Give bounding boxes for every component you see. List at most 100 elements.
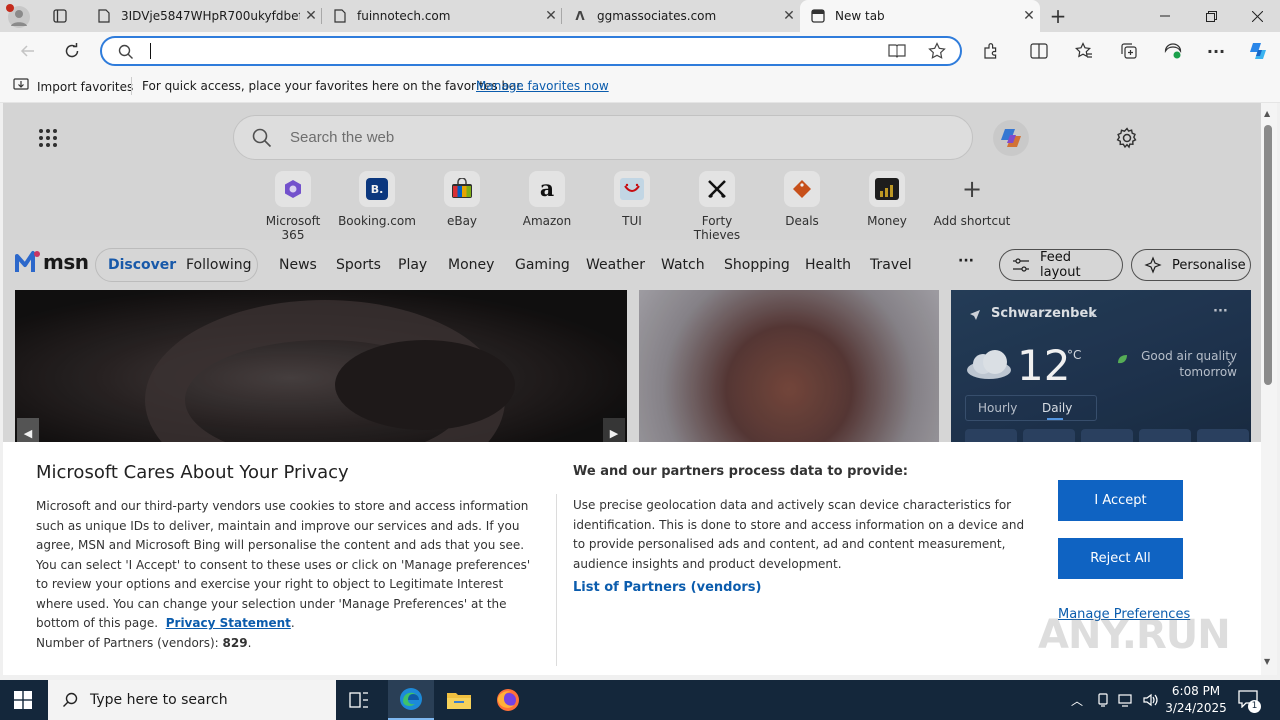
divider bbox=[556, 494, 557, 666]
search-icon bbox=[62, 692, 78, 708]
minimize-button[interactable] bbox=[1142, 0, 1188, 32]
close-icon[interactable]: ✕ bbox=[300, 8, 322, 24]
reject-all-button[interactable]: Reject All bbox=[1058, 538, 1183, 579]
nav-travel[interactable]: Travel bbox=[870, 257, 912, 273]
tab-following[interactable]: Following bbox=[186, 257, 252, 273]
shortcut-forty-thieves[interactable]: Forty Thieves bbox=[677, 171, 757, 242]
tab-actions-icon[interactable] bbox=[48, 4, 72, 28]
refresh-button[interactable] bbox=[56, 35, 88, 67]
msn-logo[interactable]: msn bbox=[15, 250, 89, 274]
weather-more-icon[interactable]: ··· bbox=[1213, 304, 1228, 319]
tab-1[interactable]: 3IDVje5847WHpR700ukyfdbeffI7Q ✕ bbox=[86, 0, 322, 32]
notifications-icon[interactable]: 1 bbox=[1238, 690, 1261, 713]
shortcut-money[interactable]: Money bbox=[847, 171, 927, 228]
split-screen-icon[interactable] bbox=[1023, 35, 1055, 67]
close-icon[interactable]: ✕ bbox=[1018, 8, 1040, 24]
more-menu-icon[interactable]: ··· bbox=[1200, 35, 1232, 67]
immersive-reader-icon[interactable] bbox=[888, 43, 906, 63]
nav-news[interactable]: News bbox=[279, 257, 317, 273]
favorites-icon[interactable] bbox=[1068, 35, 1100, 67]
browser-essentials-icon[interactable] bbox=[1157, 35, 1189, 67]
tab-daily[interactable]: Daily bbox=[1042, 401, 1072, 415]
privacy-statement-link[interactable]: Privacy Statement bbox=[166, 616, 291, 630]
shortcut-microsoft365[interactable]: Microsoft 365 bbox=[253, 171, 333, 242]
apps-launcher-icon[interactable] bbox=[38, 128, 58, 152]
firefox-icon[interactable] bbox=[496, 688, 520, 716]
nav-money[interactable]: Money bbox=[448, 257, 494, 273]
windows-start-icon[interactable] bbox=[14, 691, 32, 713]
tag-icon bbox=[784, 171, 820, 207]
feed-layout-button[interactable]: Feed layout bbox=[999, 249, 1123, 281]
scrollbar-thumb[interactable] bbox=[1264, 125, 1272, 385]
extensions-icon[interactable] bbox=[975, 35, 1007, 67]
collections-icon[interactable] bbox=[1113, 35, 1145, 67]
web-search-box[interactable] bbox=[233, 115, 973, 160]
data-processing-body: Use precise geolocation data and activel… bbox=[573, 498, 1025, 571]
tab-4-active[interactable]: New tab ✕ bbox=[800, 0, 1040, 32]
copilot-icon[interactable] bbox=[1242, 35, 1274, 67]
close-window-button[interactable] bbox=[1234, 0, 1280, 32]
vendors-list-link[interactable]: List of Partners (vendors) bbox=[573, 580, 761, 595]
copilot-icon[interactable] bbox=[993, 120, 1029, 156]
file-explorer-icon[interactable] bbox=[446, 689, 472, 715]
nav-weather[interactable]: Weather bbox=[586, 257, 645, 273]
task-view-icon[interactable] bbox=[348, 690, 370, 714]
address-input[interactable] bbox=[148, 41, 868, 61]
notification-badge: 1 bbox=[1248, 700, 1261, 713]
web-search-input[interactable] bbox=[290, 129, 930, 146]
shortcut-tui[interactable]: TUI bbox=[592, 171, 672, 228]
back-button[interactable] bbox=[12, 35, 44, 67]
address-bar[interactable] bbox=[100, 36, 962, 66]
nav-sports[interactable]: Sports bbox=[336, 257, 381, 273]
favorites-hint: For quick access, place your favorites h… bbox=[142, 79, 525, 93]
favorite-star-icon[interactable] bbox=[928, 42, 946, 64]
scroll-down-arrow[interactable]: ▼ bbox=[1264, 657, 1270, 666]
profile-avatar[interactable] bbox=[6, 4, 30, 28]
nav-gaming[interactable]: Gaming bbox=[515, 257, 570, 273]
personalise-button[interactable]: Personalise bbox=[1131, 249, 1251, 281]
msn-logo-text: msn bbox=[43, 250, 89, 274]
weather-card[interactable]: Schwarzenbek ⌄ ··· 12 °C Good air qualit… bbox=[951, 290, 1251, 450]
booking-icon: B. bbox=[359, 171, 395, 207]
tab-2[interactable]: fuinnotech.com ✕ bbox=[322, 0, 562, 32]
nav-shopping[interactable]: Shopping bbox=[724, 257, 790, 273]
shortcut-booking[interactable]: B. Booking.com bbox=[337, 171, 417, 228]
shortcut-deals[interactable]: Deals bbox=[762, 171, 842, 228]
clock-time[interactable]: 6:08 PM bbox=[1168, 684, 1224, 698]
close-icon[interactable]: ✕ bbox=[778, 8, 800, 24]
manage-favorites-link[interactable]: Manage favorites now bbox=[476, 79, 609, 93]
network-device-icon[interactable] bbox=[1096, 692, 1110, 712]
news-card-2[interactable] bbox=[639, 290, 939, 450]
taskbar-search-box[interactable]: Type here to search bbox=[48, 680, 336, 720]
tab-3[interactable]: Λ ggmassociates.com ✕ bbox=[562, 0, 800, 32]
network-icon[interactable] bbox=[1118, 692, 1134, 712]
chevron-up-icon[interactable]: ︿ bbox=[1071, 692, 1083, 709]
shortcut-label: Add shortcut bbox=[933, 214, 1011, 228]
add-shortcut-button[interactable]: + Add shortcut bbox=[932, 171, 1012, 228]
settings-gear-icon[interactable] bbox=[1116, 127, 1138, 153]
restore-button[interactable] bbox=[1188, 0, 1234, 32]
new-tab-button[interactable]: + bbox=[1044, 4, 1072, 28]
news-card-hero[interactable]: ◀ ▶ bbox=[15, 290, 627, 450]
nav-watch[interactable]: Watch bbox=[661, 257, 705, 273]
import-favorites-button[interactable]: Import favorites bbox=[13, 78, 133, 95]
volume-icon[interactable] bbox=[1142, 691, 1160, 713]
chevron-down-icon[interactable]: ⌄ bbox=[1089, 307, 1098, 320]
nav-more-icon[interactable]: ··· bbox=[958, 253, 974, 269]
accept-button[interactable]: I Accept bbox=[1058, 480, 1183, 521]
shortcut-ebay[interactable]: eBay bbox=[422, 171, 502, 228]
close-icon[interactable]: ✕ bbox=[540, 8, 562, 24]
nav-health[interactable]: Health bbox=[805, 257, 851, 273]
data-processing-block: Use precise geolocation data and activel… bbox=[573, 496, 1035, 574]
scroll-up-arrow[interactable]: ▲ bbox=[1264, 109, 1270, 118]
shortcut-amazon[interactable]: a Amazon bbox=[507, 171, 587, 228]
nav-play[interactable]: Play bbox=[398, 257, 427, 273]
taskbar-edge-button[interactable] bbox=[388, 680, 434, 720]
page-scrollbar[interactable]: ▲ ▼ bbox=[1261, 103, 1277, 675]
clock-date[interactable]: 3/24/2025 bbox=[1164, 701, 1228, 715]
weather-location[interactable]: Schwarzenbek bbox=[991, 306, 1097, 321]
chevron-right-icon[interactable]: › bbox=[1227, 356, 1233, 372]
tab-discover[interactable]: Discover bbox=[108, 257, 176, 273]
active-tab-indicator bbox=[1047, 418, 1063, 420]
tab-hourly[interactable]: Hourly bbox=[978, 401, 1017, 415]
